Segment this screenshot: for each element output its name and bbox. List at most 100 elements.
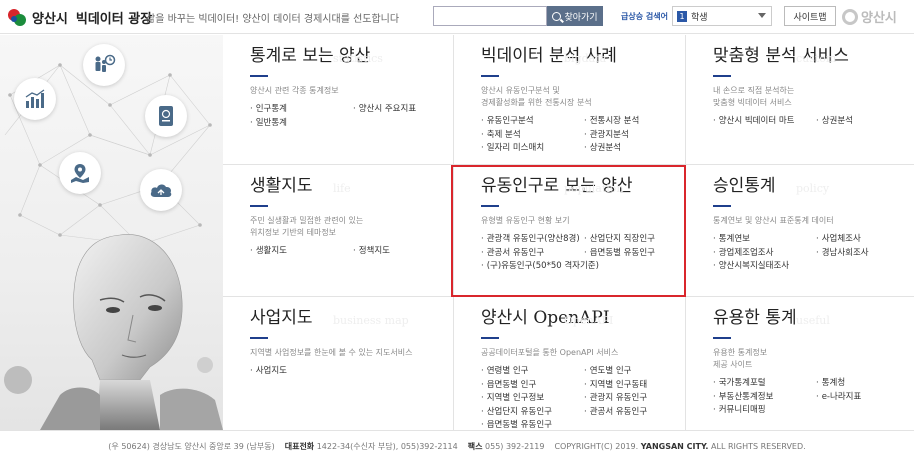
card-link-list: 유동인구분석전통시장 분석축제 분석관광지분석일자리 미스매치상권분석: [481, 115, 687, 156]
card-link[interactable]: e-나라지표: [816, 391, 914, 405]
robot-illustration: [4, 234, 223, 430]
card-title-underline: [250, 205, 268, 207]
card-link[interactable]: 연도별 인구: [584, 365, 687, 379]
search-button-label: 찾아가기: [564, 11, 598, 22]
card-link[interactable]: (구)유동인구(50*50 격자기준): [481, 260, 687, 274]
copyright-pre: COPYRIGHT(C) 2019.: [554, 442, 639, 451]
footer-phone: 대표전화 1422-34(수신자 부담), 055)392-2114: [285, 441, 458, 452]
card-description-line: 유용한 통계정보: [713, 348, 768, 357]
search-input[interactable]: [433, 6, 547, 26]
menu-card-approved-statistics[interactable]: 승인통계policy통계연보 및 양산시 표준통계 데이터통계연보사업체조사광업…: [686, 165, 914, 297]
menu-card-custom-analysis[interactable]: 맞춤형 분석 서비스 custom 내 손으로 직접 분석하는 맞춤형 빅데이터 서비…: [686, 35, 914, 167]
site-logo[interactable]: 양산시 빅데이터 광장: [6, 6, 152, 28]
sitemap-button[interactable]: 사이트맵: [784, 6, 836, 26]
card-link[interactable]: 지역별 인구정보: [481, 392, 584, 406]
card-ghost-text: life: [333, 182, 351, 195]
card-description-line: 맞춤형 빅데이터 서비스: [713, 98, 792, 107]
card-link[interactable]: 관광지분석: [584, 129, 687, 143]
card-description-line: 지역별 사업정보를 한눈에 볼 수 있는 지도서비스: [250, 348, 413, 357]
card-link[interactable]: 관공서 유동인구: [481, 247, 584, 261]
card-link[interactable]: 유동인구분석: [481, 115, 584, 129]
card-description: 유용한 통계정보제공 사이트: [713, 347, 914, 371]
yangsan-logo-icon: [6, 6, 28, 28]
card-description-line: 제공 사이트: [713, 360, 753, 369]
card-ghost-text: bigdata: [564, 52, 607, 65]
card-title-underline: [481, 205, 499, 207]
card-link[interactable]: 산업단지 유동인구: [481, 406, 584, 420]
card-link[interactable]: 일반통계: [250, 117, 353, 131]
card-ghost-text: policy: [796, 182, 830, 195]
card-link-list: 양산시 빅데이터 마트상권분석: [713, 115, 914, 129]
card-link[interactable]: 상권분석: [584, 142, 687, 156]
card-link-list: 생활지도정책지도: [250, 245, 456, 259]
card-link[interactable]: 전통시장 분석: [584, 115, 687, 129]
card-description-line: 공공데이터포털을 통한 OpenAPI 서비스: [481, 348, 619, 357]
card-link[interactable]: 생활지도: [250, 245, 353, 259]
card-link[interactable]: 읍면동별 인구: [481, 379, 584, 393]
card-link[interactable]: 일자리 미스매치: [481, 142, 584, 156]
menu-card-statistics[interactable]: 통계로 보는 양산statistics양산시 관련 각종 통계정보인구통계양산시…: [223, 35, 456, 167]
chevron-down-icon: [758, 13, 766, 18]
card-link[interactable]: 읍면동별 유동인구: [584, 247, 687, 261]
right-logo[interactable]: 양산시: [842, 7, 897, 26]
hero-visual: [0, 35, 223, 430]
card-ghost-text: useful: [796, 314, 830, 327]
card-link-list: 사업지도: [250, 365, 456, 379]
card-link[interactable]: 상권분석: [816, 115, 914, 129]
card-link[interactable]: 읍면동별 유동인구: [481, 419, 584, 430]
menu-card-openapi[interactable]: 양산시 OpenAPI OpenAPI 공공데이터포털을 통한 OpenAPI 서비…: [454, 297, 687, 430]
card-ghost-text: population: [564, 182, 624, 195]
card-link[interactable]: 통계청: [816, 377, 914, 391]
search-icon: [552, 11, 562, 21]
card-ghost-text: OpenAPI: [564, 314, 614, 327]
card-link-list: 통계연보사업체조사광업제조업조사경남사회조사양산시복지실태조사: [713, 233, 914, 274]
card-title-underline: [713, 337, 731, 339]
card-ghost-text: custom: [796, 52, 837, 65]
card-link[interactable]: 관공서 유동인구: [584, 406, 687, 420]
card-title[interactable]: 생활지도: [250, 175, 456, 197]
card-link[interactable]: 축제 분석: [481, 129, 584, 143]
card-link[interactable]: 경남사회조사: [816, 247, 914, 261]
menu-card-useful-statistics[interactable]: 유용한 통계useful유용한 통계정보제공 사이트국가통계포털통계청부동산통계…: [686, 297, 914, 430]
trending-label: 급상승 검색어: [621, 12, 668, 21]
menu-card-floating-population[interactable]: 유동인구로 보는 양산population유형별 유동인구 현황 보기관광객 유…: [454, 165, 687, 297]
card-link[interactable]: 정책지도: [353, 245, 456, 259]
slogan: 삶을 바꾸는 빅데이터! 양산이 데이터 경제시대를 선도합니다: [146, 14, 400, 25]
card-link[interactable]: 사업체조사: [816, 233, 914, 247]
card-link[interactable]: 관광지 유동인구: [584, 392, 687, 406]
card-link[interactable]: 양산시복지실태조사: [713, 260, 816, 274]
card-link[interactable]: 관광객 유동인구(양산8경): [481, 233, 584, 247]
card-link[interactable]: 연령별 인구: [481, 365, 584, 379]
card-link[interactable]: 인구통계: [250, 103, 353, 117]
menu-card-business-map[interactable]: 사업지도 business map 지역별 사업정보를 한눈에 볼 수 있는 지도서…: [223, 297, 456, 430]
copyright-post: ALL RIGHTS RESERVED.: [711, 442, 806, 451]
card-link[interactable]: 산업단지 직장인구: [584, 233, 687, 247]
footer-fax-label: 팩스: [467, 442, 483, 451]
trending-dropdown[interactable]: 1 학생: [672, 6, 772, 26]
card-title-underline: [481, 337, 499, 339]
card-description: 내 손으로 직접 분석하는 맞춤형 빅데이터 서비스: [713, 85, 914, 109]
card-link-list: 연령별 인구연도별 인구읍면동별 인구지역별 인구동태지역별 인구정보관광지 유…: [481, 365, 687, 430]
card-link[interactable]: 통계연보: [713, 233, 816, 247]
card-description: 지역별 사업정보를 한눈에 볼 수 있는 지도서비스: [250, 347, 456, 359]
card-link[interactable]: 양산시 빅데이터 마트: [713, 115, 816, 129]
card-link[interactable]: 부동산통계정보: [713, 391, 816, 405]
card-link[interactable]: 커뮤니티매핑: [713, 404, 816, 418]
card-link[interactable]: 양산시 주요지표: [353, 103, 456, 117]
card-description-line: 위치정보 기반의 테마정보: [250, 228, 337, 237]
card-link[interactable]: 지역별 인구동태: [584, 379, 687, 393]
search-button[interactable]: 찾아가기: [547, 6, 603, 26]
card-title-underline: [713, 205, 731, 207]
card-link[interactable]: 국가통계포털: [713, 377, 816, 391]
menu-card-bigdata-cases[interactable]: 빅데이터 분석 사례 bigdata 양산시 유동인구분석 및 경제활성화를 위한 전…: [454, 35, 687, 167]
card-link-list: 관광객 유동인구(양산8경)산업단지 직장인구관공서 유동인구읍면동별 유동인구…: [481, 233, 687, 274]
card-description-line: 양산시 유동인구분석 및: [481, 86, 560, 95]
card-link-list: 국가통계포털통계청부동산통계정보e-나라지표커뮤니티매핑: [713, 377, 914, 418]
footer-fax-value: 055) 392-2119: [485, 442, 545, 451]
card-description: 주민 실생활과 밀접한 관련이 있는위치정보 기반의 테마정보: [250, 215, 456, 239]
menu-card-life-map[interactable]: 생활지도life주민 실생활과 밀접한 관련이 있는위치정보 기반의 테마정보생…: [223, 165, 456, 297]
trending-term: 학생: [691, 12, 708, 23]
card-description-line: 주민 실생활과 밀접한 관련이 있는: [250, 216, 364, 225]
card-link[interactable]: 사업지도: [250, 365, 353, 379]
card-link[interactable]: 광업제조업조사: [713, 247, 816, 261]
